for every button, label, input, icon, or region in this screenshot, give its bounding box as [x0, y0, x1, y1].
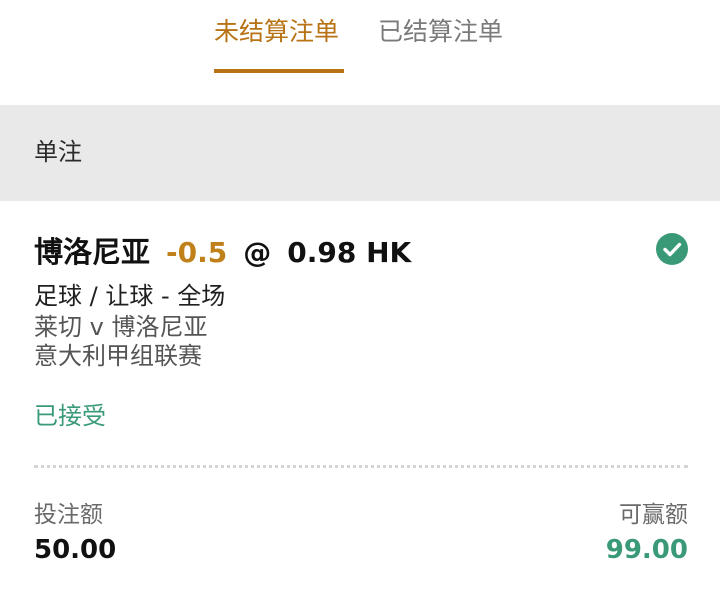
at-sign: @: [243, 236, 272, 269]
section-header: [0, 105, 720, 201]
league-name: 意大利甲组联赛: [34, 342, 202, 370]
bet-tabs: 未结算注单 已结算注单: [0, 0, 720, 105]
tab-open-bets[interactable]: 未结算注单: [214, 14, 339, 50]
section-title: 单注: [34, 138, 82, 166]
event-name: 莱切 v 博洛尼亚: [34, 313, 208, 341]
handicap-value: -0.5: [166, 236, 228, 269]
selection-name: 博洛尼亚: [34, 235, 151, 269]
active-tab-indicator: [214, 69, 344, 73]
bet-selection-line: 博洛尼亚 -0.5 @ 0.98 HK: [34, 229, 411, 269]
stake-value: 50.00: [34, 535, 117, 565]
dotted-divider: [34, 465, 688, 468]
potential-win-value: 99.00: [605, 535, 688, 565]
market-name: 足球 / 让球 - 全场: [34, 282, 226, 310]
odds-value: 0.98 HK: [287, 236, 412, 269]
tab-settled-bets[interactable]: 已结算注单: [378, 14, 503, 50]
potential-win-label: 可赢额: [619, 502, 688, 528]
check-circle-icon: [656, 233, 688, 265]
stake-label: 投注额: [34, 502, 103, 528]
bet-status: 已接受: [34, 402, 106, 430]
